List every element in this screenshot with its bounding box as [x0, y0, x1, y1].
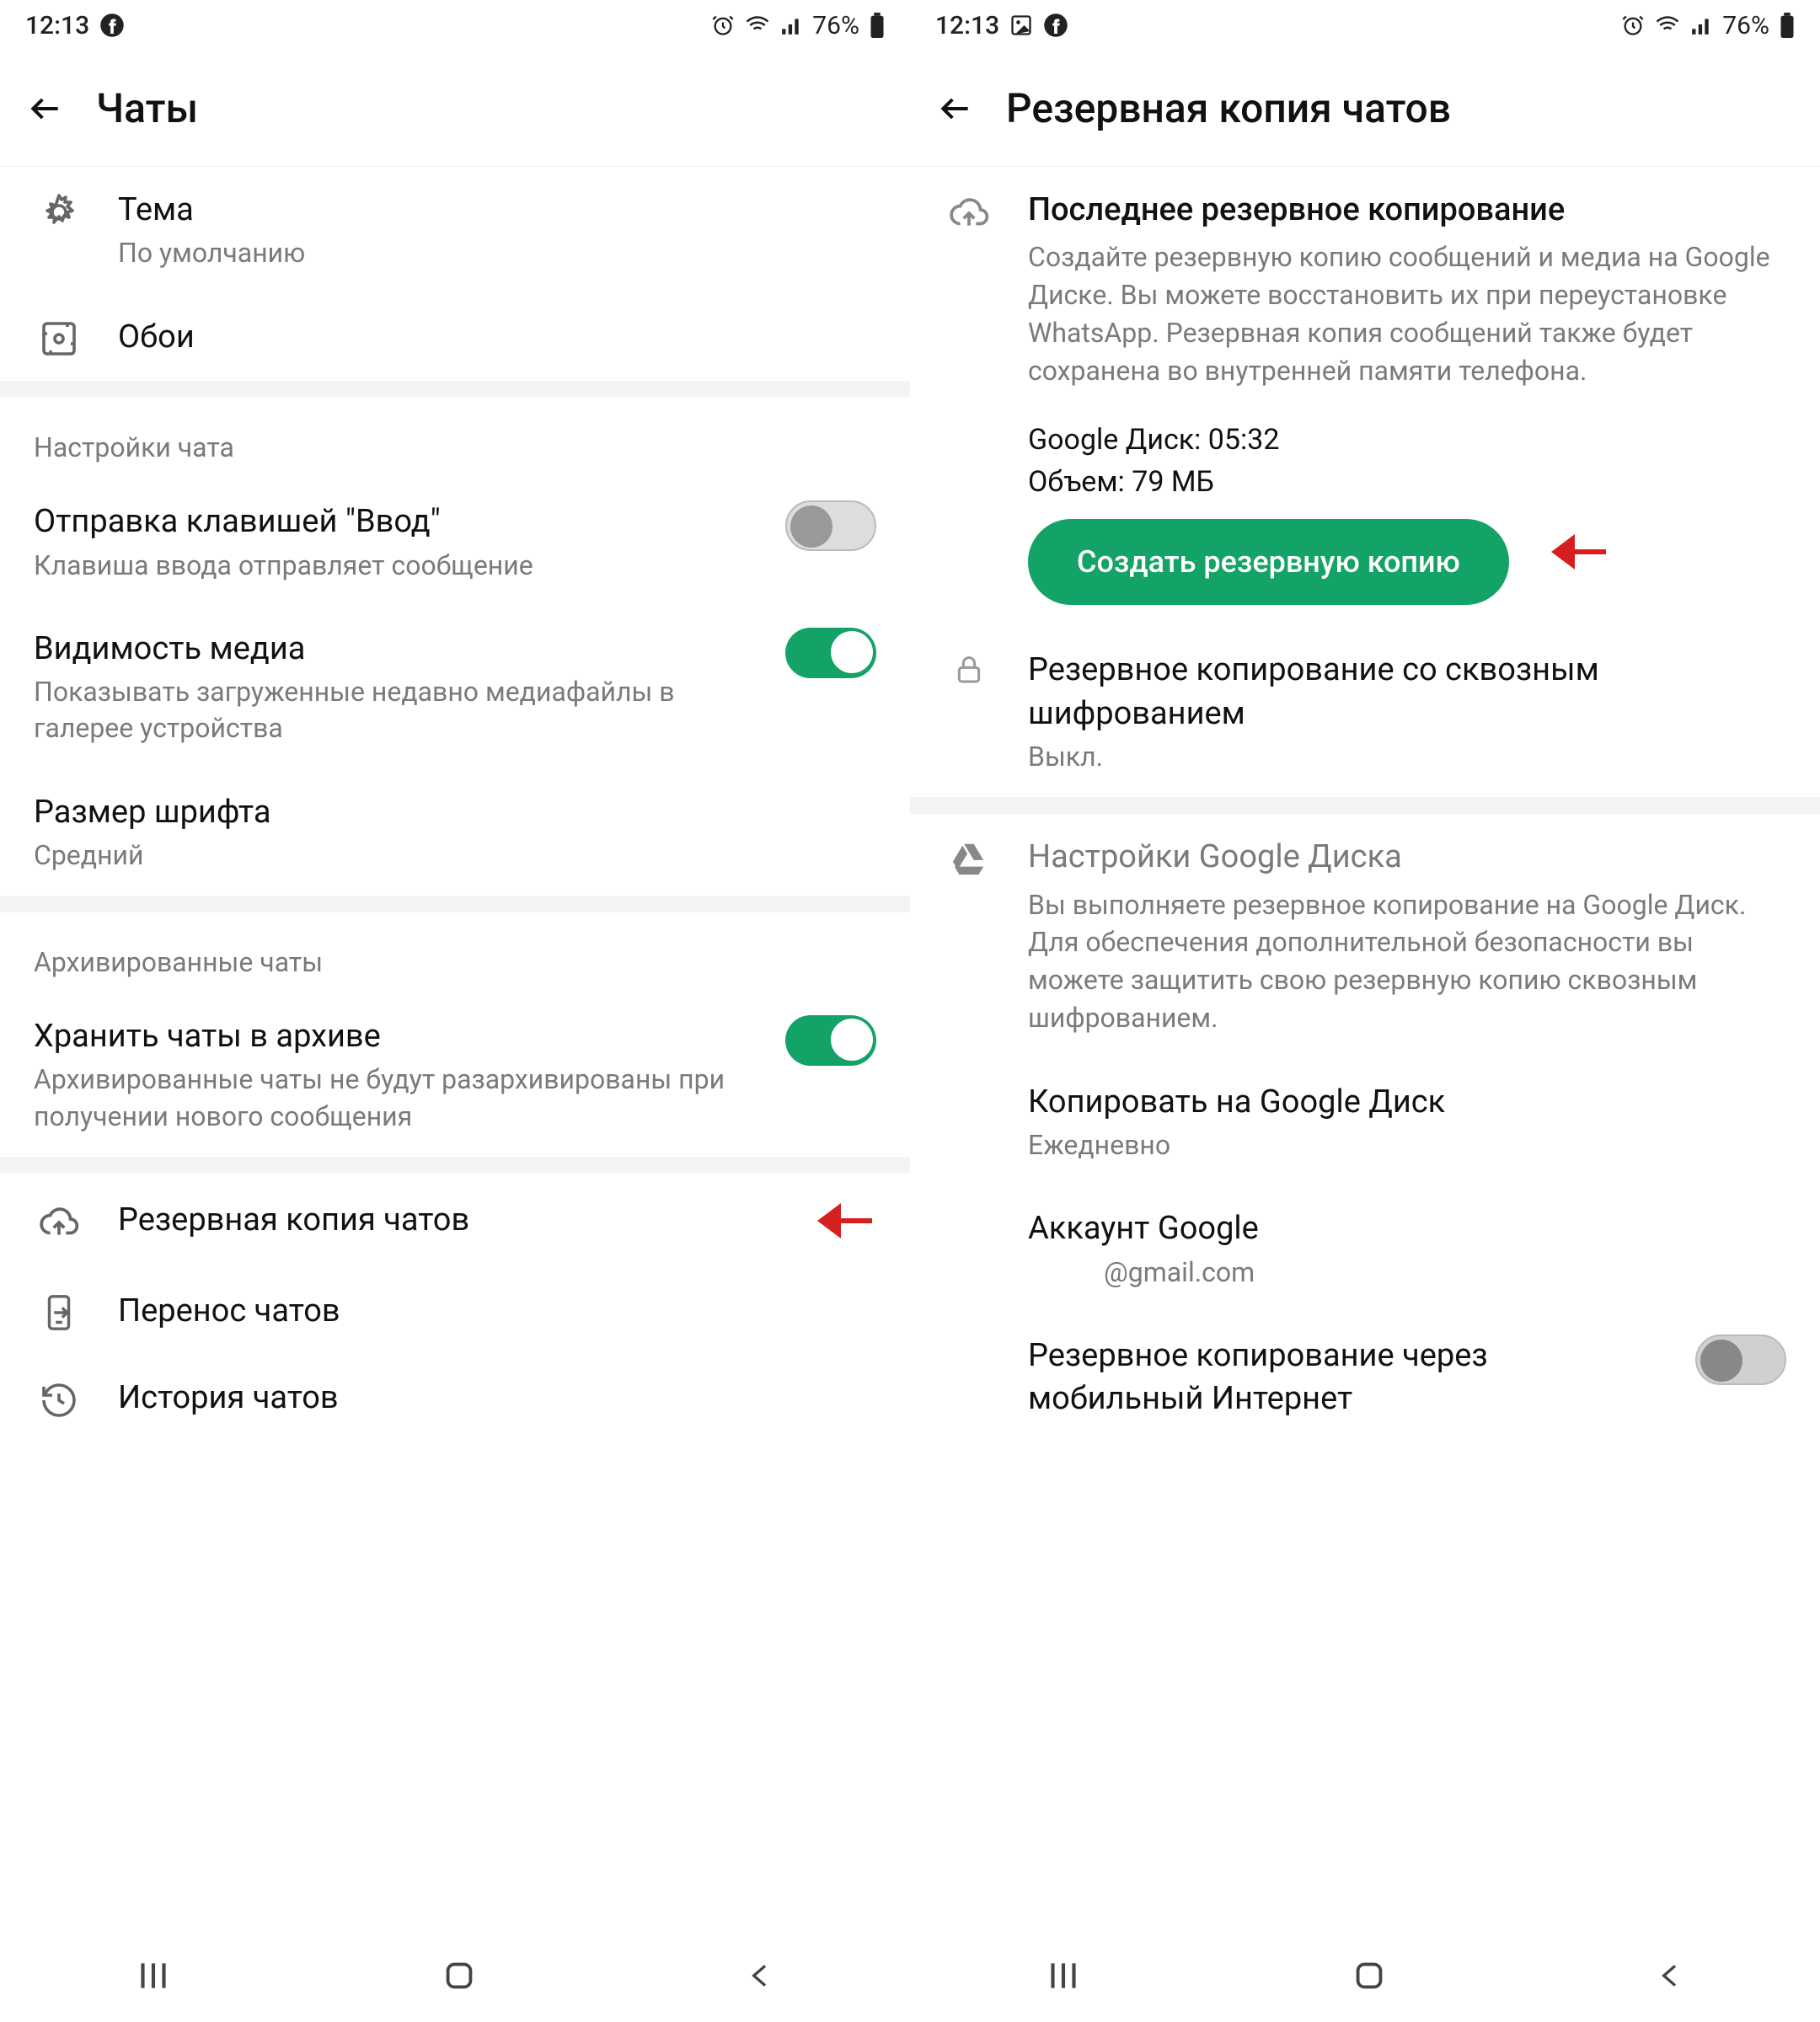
battery-icon — [1780, 13, 1795, 38]
row-keep-archived[interactable]: Хранить чаты в архиве Архивированные чат… — [0, 993, 910, 1157]
font-size-title: Размер шрифта — [34, 791, 876, 834]
battery-percent: 76% — [812, 11, 859, 40]
section-chat-settings: Настройки чата — [0, 398, 910, 479]
status-time: 12:13 — [25, 11, 89, 40]
create-backup-button[interactable]: Создать резервную копию — [1028, 519, 1509, 605]
enter-send-switch[interactable] — [785, 500, 876, 551]
backup-title: Резервная копия чатов — [118, 1199, 767, 1242]
row-e2e-encryption[interactable]: Резервное копирование со сквозным шифров… — [910, 627, 1820, 797]
theme-value: По умолчанию — [118, 235, 876, 271]
e2e-title: Резервное копирование со сквозным шифров… — [1028, 649, 1786, 736]
nav-home-icon[interactable] — [1350, 1956, 1389, 1995]
divider — [0, 381, 910, 398]
back-button[interactable] — [25, 88, 66, 129]
backup-size: Объем: 79 МБ — [1028, 465, 1786, 499]
gdrive-desc: Вы выполняете резервное копирование на G… — [1028, 886, 1786, 1037]
facebook-icon — [99, 13, 125, 38]
battery-icon — [870, 13, 885, 38]
enter-send-title: Отправка клавишей "Ввод" — [34, 500, 741, 543]
theme-title: Тема — [118, 189, 876, 232]
row-wallpaper[interactable]: Обои — [0, 293, 910, 381]
row-chat-backup[interactable]: Резервная копия чатов — [0, 1174, 910, 1268]
screen-backup: 12:13 76% Резервная копия чатов Последне… — [910, 0, 1820, 2022]
history-title: История чатов — [118, 1377, 876, 1420]
divider — [910, 797, 1820, 814]
account-value: @gmail.com — [1028, 1254, 1786, 1291]
row-media-visibility[interactable]: Видимость медиа Показывать загруженные н… — [0, 606, 910, 769]
status-bar: 12:13 76% — [910, 0, 1820, 51]
copy-to-value: Ежедневно — [1028, 1127, 1786, 1163]
last-backup-header: Последнее резервное копирование — [1028, 189, 1786, 232]
cellular-title: Резервное копирование через мобильный Ин… — [1028, 1335, 1651, 1421]
phone-transfer-icon — [34, 1290, 84, 1332]
theme-icon — [34, 189, 84, 233]
lock-icon — [944, 649, 994, 686]
wifi-icon — [745, 13, 770, 38]
media-vis-switch[interactable] — [785, 628, 876, 678]
red-arrow-annotation — [800, 1196, 876, 1246]
row-theme[interactable]: Тема По умолчанию — [0, 167, 910, 293]
keep-arch-desc: Архивированные чаты не будут разархивиро… — [34, 1062, 741, 1134]
back-button[interactable] — [935, 88, 976, 129]
status-time: 12:13 — [935, 11, 999, 40]
keep-arch-switch[interactable] — [785, 1015, 876, 1066]
row-transfer-chats[interactable]: Перенос чатов — [0, 1268, 910, 1355]
page-title: Резервная копия чатов — [1006, 84, 1451, 132]
row-font-size[interactable]: Размер шрифта Средний — [0, 769, 910, 896]
google-drive-icon — [944, 836, 994, 878]
status-bar: 12:13 76% — [0, 0, 910, 51]
section-archived: Архивированные чаты — [0, 912, 910, 993]
alarm-icon — [711, 13, 735, 37]
section-last-backup: Последнее резервное копирование Создайте… — [910, 167, 1820, 627]
alarm-icon — [1621, 13, 1645, 37]
gdrive-header: Настройки Google Диска — [1028, 836, 1786, 879]
nav-bar — [910, 1929, 1820, 2022]
header: Резервная копия чатов — [910, 51, 1820, 167]
battery-percent: 76% — [1722, 11, 1769, 40]
cloud-upload-icon — [944, 189, 994, 234]
row-chat-history[interactable]: История чатов — [0, 1355, 910, 1442]
nav-back-icon[interactable] — [744, 1959, 778, 1993]
font-size-value: Средний — [34, 837, 876, 874]
header: Чаты — [0, 51, 910, 167]
history-icon — [34, 1377, 84, 1420]
gdrive-time: Google Диск: 05:32 — [1028, 423, 1786, 457]
nav-recents-icon[interactable] — [1042, 1955, 1084, 1997]
e2e-value: Выкл. — [1028, 739, 1786, 775]
nav-recents-icon[interactable] — [132, 1955, 174, 1997]
section-gdrive-settings: Настройки Google Диска Вы выполняете рез… — [910, 814, 1820, 1058]
divider — [0, 896, 910, 912]
row-copy-to-gdrive[interactable]: Копировать на Google Диск Ежедневно — [910, 1059, 1820, 1185]
cellular-switch[interactable] — [1695, 1335, 1786, 1385]
media-vis-desc: Показывать загруженные недавно медиафайл… — [34, 674, 741, 746]
wallpaper-title: Обои — [118, 316, 876, 359]
nav-back-icon[interactable] — [1654, 1959, 1688, 1993]
nav-home-icon[interactable] — [440, 1956, 479, 1995]
nav-bar — [0, 1929, 910, 2022]
copy-to-title: Копировать на Google Диск — [1028, 1081, 1786, 1124]
page-title: Чаты — [96, 84, 198, 132]
media-vis-title: Видимость медиа — [34, 628, 741, 671]
last-backup-desc: Создайте резервную копию сообщений и мед… — [1028, 238, 1786, 389]
enter-send-desc: Клавиша ввода отправляет сообщение — [34, 548, 741, 584]
wifi-icon — [1655, 13, 1680, 38]
row-cellular-backup[interactable]: Резервное копирование через мобильный Ин… — [910, 1313, 1820, 1443]
wallpaper-icon — [34, 315, 84, 359]
image-icon — [1009, 13, 1033, 37]
keep-arch-title: Хранить чаты в архиве — [34, 1015, 741, 1058]
row-enter-send[interactable]: Отправка клавишей "Ввод" Клавиша ввода о… — [0, 479, 910, 605]
divider — [0, 1157, 910, 1174]
row-google-account[interactable]: Аккаунт Google @gmail.com — [910, 1185, 1820, 1312]
red-arrow-annotation — [1534, 527, 1610, 577]
facebook-icon — [1043, 13, 1068, 38]
account-title: Аккаунт Google — [1028, 1207, 1786, 1250]
cloud-upload-icon — [34, 1198, 84, 1244]
transfer-title: Перенос чатов — [118, 1290, 876, 1333]
screen-chats: 12:13 76% Чаты Тема По умолчанию — [0, 0, 910, 2022]
signal-icon — [1690, 14, 1712, 36]
signal-icon — [780, 14, 802, 36]
